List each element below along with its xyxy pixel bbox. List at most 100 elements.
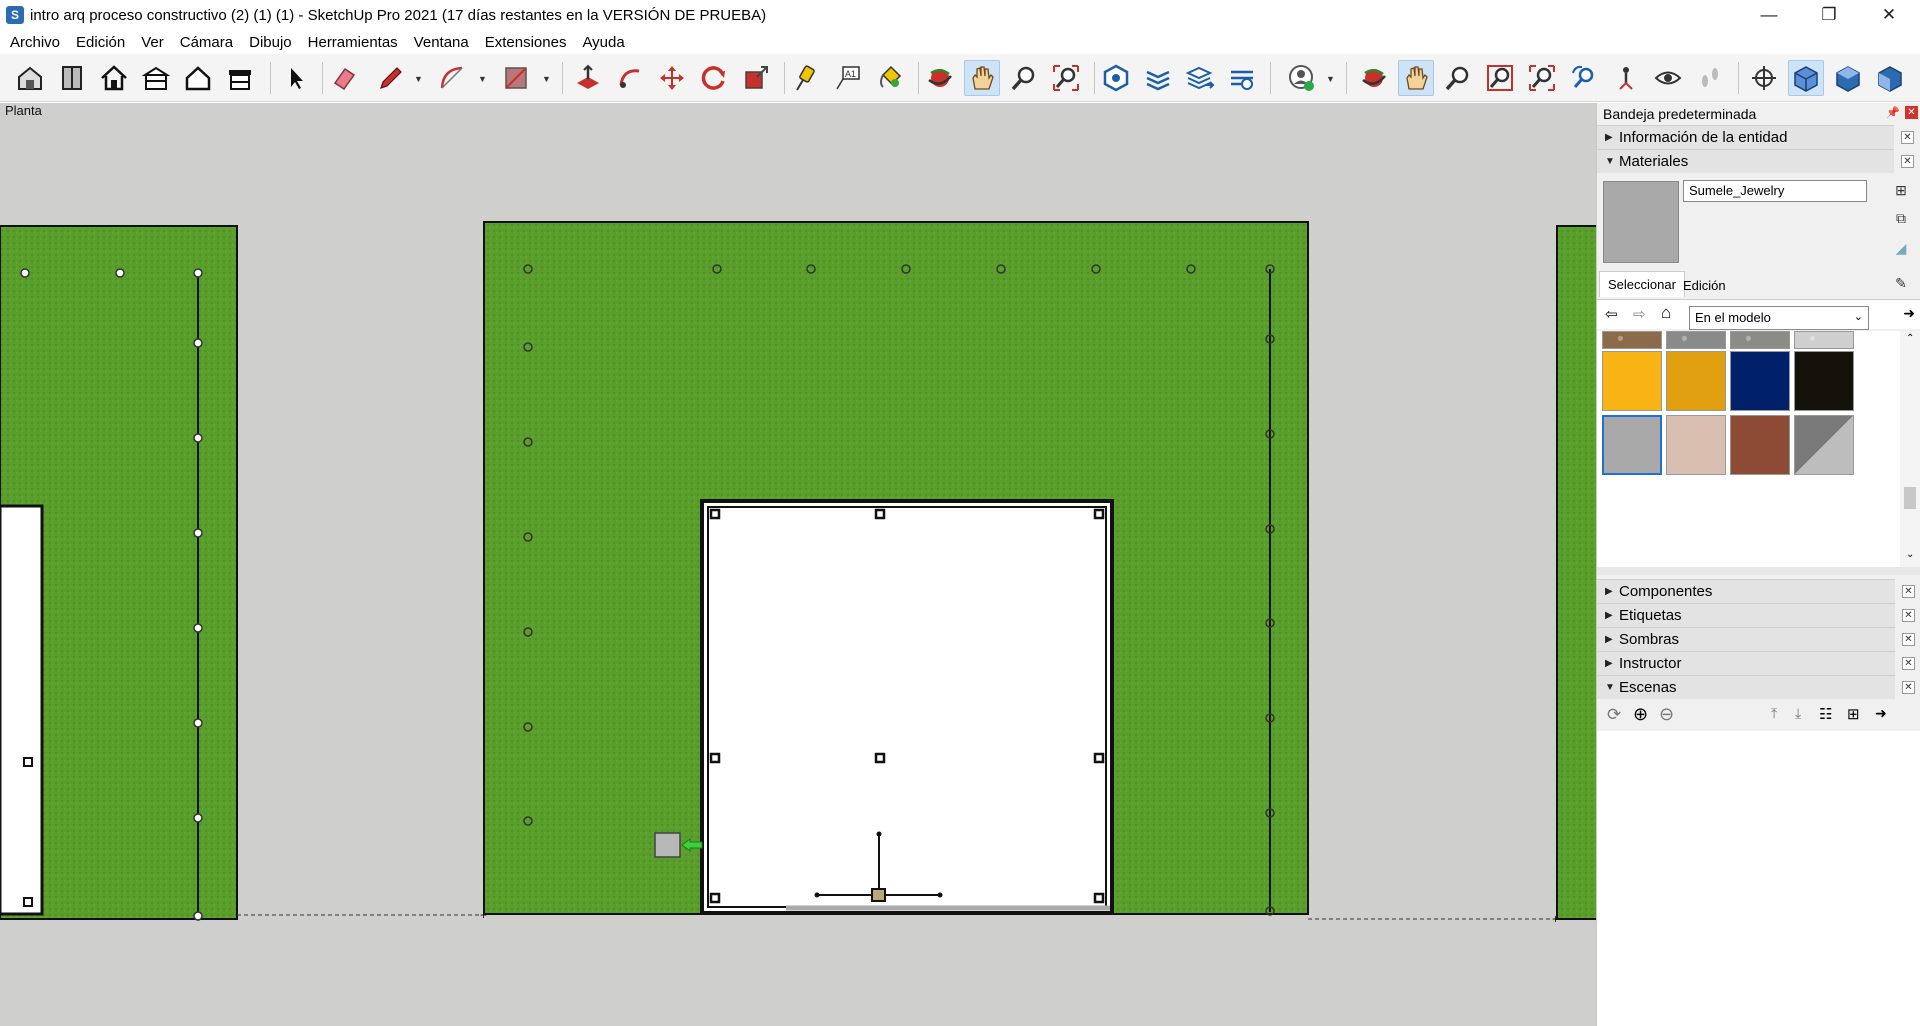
home-icon[interactable]: ⌂ [1661,303,1671,323]
previous-view-icon[interactable] [1566,60,1602,96]
scroll-down-icon[interactable]: ⌄ [1906,549,1914,560]
material-swatch-gravel-mixed[interactable] [1730,331,1790,349]
panel-close-icon[interactable]: ✕ [1902,681,1915,694]
solid-tools-icon[interactable] [1098,60,1134,96]
refresh-icon[interactable]: ⟳ [1607,705,1621,725]
chevron-down-icon[interactable]: ▼ [542,74,551,84]
warehouse-icon[interactable] [12,60,48,96]
home-icon[interactable] [96,60,132,96]
components-icon[interactable] [54,60,90,96]
menu-ventana[interactable]: Ventana [406,34,477,51]
arc-icon[interactable] [434,60,470,96]
rectangle-icon[interactable] [498,60,534,96]
paint-bucket-icon[interactable] [872,60,908,96]
rotate-icon[interactable] [696,60,732,96]
sandbox-icon[interactable] [1224,60,1260,96]
orbit2-icon[interactable] [1356,60,1392,96]
material-name-field[interactable]: Sumele_Jewelry [1683,180,1867,202]
move-up-icon[interactable]: ⤒ [1771,705,1777,722]
axes-icon[interactable] [1746,60,1782,96]
zoom2-icon[interactable] [1440,60,1476,96]
left-window-opening[interactable] [0,504,44,916]
look-around-icon[interactable] [1650,60,1686,96]
swatch-scrollbar[interactable]: ⌃ ⌄ [1900,331,1920,567]
view-options-icon[interactable]: ☷ [1819,705,1832,723]
tab-edit[interactable]: Edición [1677,273,1732,297]
tab-select[interactable]: Seleccionar [1599,271,1685,297]
material-swatch-navy[interactable] [1730,351,1790,411]
orbit-icon[interactable] [922,60,958,96]
zoom-extents-icon[interactable] [1048,60,1084,96]
model-canvas[interactable]: + + [0,103,1596,1026]
panel-close-icon[interactable]: ✕ [1901,131,1914,144]
eyedropper-icon[interactable]: ✎ [1892,275,1910,293]
scene-details-icon[interactable]: ⊞ [1847,705,1860,723]
restore-button[interactable]: ❐ [1800,0,1858,30]
section-plane-icon[interactable] [1140,60,1176,96]
center-door-opening[interactable] [700,499,1114,915]
menu-camara[interactable]: Cámara [172,34,241,51]
iso-view-icon[interactable] [1788,60,1824,96]
shop-icon[interactable] [222,60,258,96]
zoom-window-icon[interactable] [1482,60,1518,96]
right-wall[interactable] [1556,225,1596,920]
add-scene-icon[interactable]: ⊕ [1633,704,1648,725]
pin-icon[interactable]: 📌 [1886,106,1900,119]
panel-close-icon[interactable]: ✕ [1902,609,1915,622]
tape-measure-icon[interactable] [788,60,824,96]
panel-close-icon[interactable]: ✕ [1901,155,1914,168]
scenes-list[interactable] [1597,731,1920,1026]
panel-escenas[interactable]: ▼ Escenas ✕ [1597,675,1915,699]
panel-close-icon[interactable]: ✕ [1902,657,1915,670]
move-icon[interactable] [654,60,690,96]
building-icon[interactable] [138,60,174,96]
panel-etiquetas[interactable]: ▶ Etiquetas ✕ [1597,603,1915,627]
sample-paint-icon[interactable]: ⧉ [1892,210,1910,228]
material-swatch-two-tone-grey[interactable] [1794,415,1854,475]
account-icon[interactable] [1284,60,1320,96]
material-swatch-black[interactable] [1794,351,1854,411]
chevron-down-icon[interactable]: ▼ [414,74,423,84]
zoom-extents2-icon[interactable] [1524,60,1560,96]
menu-dibujo[interactable]: Dibujo [241,34,300,51]
follow-me-icon[interactable] [612,60,648,96]
forward-arrow-icon[interactable]: ⇨ [1633,305,1646,323]
zoom-icon[interactable] [1006,60,1042,96]
model-viewport[interactable]: + + [0,103,1596,1026]
position-camera-icon[interactable] [1608,60,1644,96]
scroll-thumb[interactable] [1904,487,1916,509]
scroll-up-icon[interactable]: ⌃ [1906,333,1914,344]
left-wall[interactable] [0,225,238,921]
front-view-icon[interactable] [1872,60,1908,96]
walk-icon[interactable] [1692,60,1728,96]
library-select[interactable]: En el modelo ⌄ [1689,306,1869,330]
tray-close-icon[interactable]: ✕ [1905,106,1918,119]
menu-ver[interactable]: Ver [133,34,172,51]
panel-instructor[interactable]: ▶ Instructor ✕ [1597,651,1915,675]
default-material-icon[interactable]: ◢ [1892,240,1910,258]
panel-close-icon[interactable]: ✕ [1902,585,1915,598]
panel-materials[interactable]: ▼ Materiales ✕ [1597,149,1914,173]
menu-ayuda[interactable]: Ayuda [574,34,632,51]
material-swatch-yellow[interactable] [1602,351,1662,411]
menu-extensiones[interactable]: Extensiones [477,34,575,51]
pan2-icon[interactable] [1398,60,1434,96]
select-arrow-icon[interactable] [278,60,314,96]
move-down-icon[interactable]: ⤓ [1795,705,1801,722]
top-view-icon[interactable] [1830,60,1866,96]
scale-icon[interactable] [738,60,774,96]
close-window-button[interactable]: ✕ [1860,0,1918,30]
create-material-icon[interactable]: ⊞ [1892,182,1910,200]
layers-icon[interactable] [1182,60,1218,96]
text-icon[interactable]: A1 [830,60,866,96]
details-arrow-icon[interactable]: ➜ [1875,705,1887,722]
material-swatch-gravel-grey[interactable] [1666,331,1726,349]
back-arrow-icon[interactable]: ⇦ [1605,305,1618,323]
material-swatch-brown[interactable] [1730,415,1790,475]
current-material-swatch[interactable] [1603,181,1679,263]
eraser-icon[interactable] [326,60,362,96]
menu-edicion[interactable]: Edición [68,34,133,51]
menu-archivo[interactable]: Archivo [2,34,68,51]
remove-scene-icon[interactable]: ⊖ [1659,704,1674,725]
chevron-down-icon[interactable]: ▼ [478,74,487,84]
